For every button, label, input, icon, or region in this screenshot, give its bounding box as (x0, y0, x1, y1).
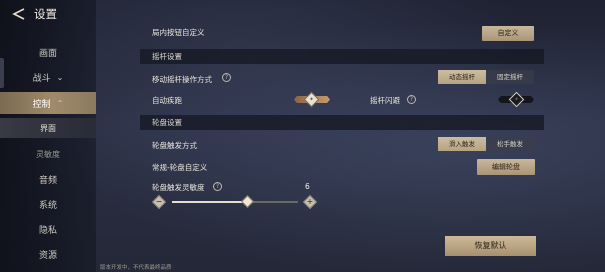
move-mode-selector[interactable]: 动态摇杆 固定摇杆 (438, 70, 534, 84)
back-button[interactable]: 设置 (10, 5, 90, 23)
sidebar-item-label: 资源 (38, 250, 57, 261)
sidebar-item-label: 战斗 (32, 73, 51, 84)
option-release-trigger[interactable]: 松手触发 (486, 137, 534, 151)
sidebar-subitem-interface[interactable]: 界面 (0, 118, 96, 138)
sidebar-item-privacy[interactable]: 隐私 (0, 219, 96, 239)
wheel-custom-label: 常规-轮盘自定义 (152, 163, 208, 172)
sidebar-item-resources[interactable]: 资源 (0, 244, 96, 264)
edit-wheel-button[interactable]: 编辑轮盘 (477, 159, 535, 175)
sensitivity-value: 6 (305, 182, 310, 191)
option-fixed-joystick[interactable]: 固定摇杆 (486, 70, 534, 84)
restore-defaults-button[interactable]: 恢复默认 (445, 236, 536, 256)
dodge-toggle[interactable] (498, 91, 534, 108)
toggle-knob (303, 91, 320, 108)
sidebar-item-display[interactable]: 画面 (0, 42, 96, 62)
wheel-trigger-selector[interactable]: 滑入触发 松手触发 (438, 137, 534, 151)
auto-run-toggle[interactable] (294, 91, 330, 108)
chevron-down-icon: ⌄ (56, 72, 64, 82)
custom-buttons-label: 局内按钮自定义 (152, 28, 205, 37)
increase-button[interactable]: + (302, 194, 318, 210)
sidebar-subitem-sensitivity[interactable]: 灵敏度 (0, 144, 96, 164)
sidebar-item-label: 音频 (38, 175, 57, 186)
sensitivity-slider-handle[interactable] (241, 195, 254, 208)
plus-icon: + (306, 197, 314, 206)
chevron-up-icon: ⌃ (56, 98, 64, 108)
sidebar-item-label: 隐私 (38, 225, 57, 236)
sidebar-item-label: 画面 (38, 48, 57, 59)
dodge-label: 摇杆闪避 (370, 96, 400, 105)
decrease-button[interactable]: − (151, 194, 167, 210)
sensitivity-slider-fill (172, 201, 248, 203)
toggle-knob (508, 91, 525, 108)
settings-panel: 局内按钮自定义 自定义 摇杆设置 移动摇杆操作方式 ? 动态摇杆 固定摇杆 自动… (140, 0, 544, 272)
wheel-trigger-label: 轮盘触发方式 (152, 141, 197, 150)
customize-button[interactable]: 自定义 (482, 26, 534, 41)
move-mode-label: 移动摇杆操作方式 (152, 75, 212, 84)
sidebar-item-label: 灵敏度 (36, 149, 60, 159)
option-dynamic-joystick[interactable]: 动态摇杆 (438, 70, 486, 84)
help-icon[interactable]: ? (222, 73, 231, 82)
sidebar-item-label: 系统 (38, 200, 57, 211)
sidebar-item-audio[interactable]: 音频 (0, 169, 96, 189)
sidebar-item-label: 控制 (32, 99, 51, 110)
section-header-joystick: 摇杆设置 (140, 49, 544, 64)
back-arrow-icon (12, 8, 25, 20)
sidebar-item-label: 界面 (40, 123, 56, 133)
sidebar-item-combat[interactable]: 战斗 ⌄ (0, 67, 96, 87)
help-icon[interactable]: ? (213, 182, 222, 191)
footer-note: 版本开发中，不代表最终品质 (100, 265, 172, 271)
page-title: 设置 (34, 7, 57, 21)
section-header-wheel: 轮盘设置 (140, 115, 544, 130)
auto-run-label: 自动疾跑 (152, 96, 182, 105)
option-slide-trigger[interactable]: 滑入触发 (438, 137, 486, 151)
sidebar-item-controls[interactable]: 控制 ⌃ (0, 92, 96, 114)
wheel-sensitivity-label: 轮盘触发灵敏度 (152, 183, 205, 192)
minus-icon: − (155, 197, 163, 206)
help-icon[interactable]: ? (407, 95, 416, 104)
sidebar-item-system[interactable]: 系统 (0, 194, 96, 214)
sidebar: 设置 画面 战斗 ⌄ 控制 ⌃ 界面 灵敏度 音频 系统 隐私 资源 (0, 0, 96, 272)
